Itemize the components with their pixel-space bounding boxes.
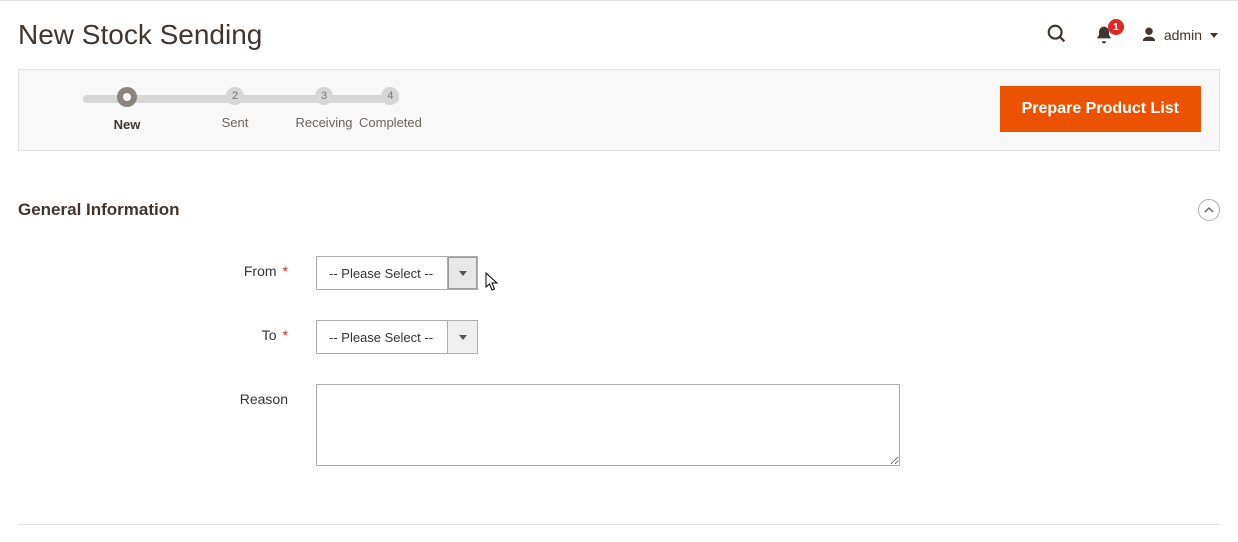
from-select-value: -- Please Select -- — [317, 257, 447, 289]
notification-bell[interactable]: 1 — [1094, 25, 1114, 45]
page-title: New Stock Sending — [18, 19, 262, 51]
admin-menu[interactable]: admin — [1140, 26, 1218, 44]
cursor-pointer-icon — [485, 272, 501, 292]
from-label: From* — [18, 256, 316, 279]
progress-steps: New 2 Sent 3 Receiving 4 Completed — [73, 87, 422, 132]
caret-down-icon — [459, 271, 467, 276]
step-completed: 4 Completed — [359, 87, 422, 130]
collapse-toggle[interactable] — [1198, 199, 1220, 221]
step-receiving: 3 Receiving — [289, 87, 359, 130]
reason-textarea[interactable] — [316, 384, 900, 466]
admin-username: admin — [1164, 27, 1202, 43]
chevron-up-icon — [1204, 205, 1214, 215]
to-select-value: -- Please Select -- — [317, 321, 447, 353]
step-new: New — [73, 87, 181, 132]
prepare-product-list-button[interactable]: Prepare Product List — [1000, 86, 1201, 132]
to-select[interactable]: -- Please Select -- — [316, 320, 478, 354]
from-select-trigger[interactable] — [447, 257, 477, 289]
section-title-general: General Information — [18, 200, 180, 220]
to-label: To* — [18, 320, 316, 343]
user-icon — [1140, 26, 1158, 44]
reason-label: Reason — [18, 384, 316, 407]
notification-badge: 1 — [1108, 19, 1124, 35]
caret-down-icon — [459, 335, 467, 340]
to-select-trigger[interactable] — [447, 321, 477, 353]
step-sent: 2 Sent — [181, 87, 289, 130]
chevron-down-icon — [1210, 33, 1218, 38]
from-select[interactable]: -- Please Select -- — [316, 256, 478, 290]
search-icon[interactable] — [1046, 23, 1068, 48]
